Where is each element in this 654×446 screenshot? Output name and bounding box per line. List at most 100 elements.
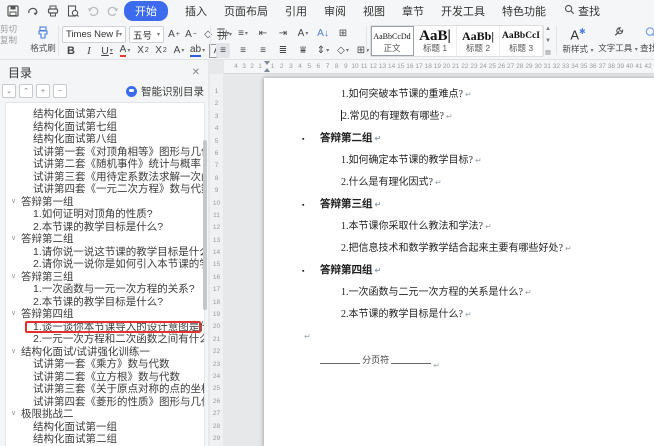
toc-item[interactable]: 1.一次函数与一元一次方程的关系? — [6, 283, 204, 296]
print-preview-icon[interactable] — [66, 5, 79, 18]
style-正文[interactable]: AaBbCcDd正文 — [371, 26, 414, 56]
expand-icon[interactable]: + — [36, 84, 50, 98]
collapse-icon[interactable]: − — [53, 84, 67, 98]
underline-icon[interactable]: U▾ — [100, 43, 114, 58]
chevron-down-icon[interactable]: ∨ — [11, 346, 16, 359]
gallery-down-icon[interactable]: ▼ — [545, 38, 551, 44]
borders-icon[interactable]: ⊞▾ — [356, 43, 370, 58]
gallery-up-icon[interactable]: ▲ — [545, 26, 551, 32]
font-family-select[interactable]: Times New Roma▾ — [62, 26, 126, 43]
font-color-icon[interactable]: A▾ — [118, 43, 132, 58]
toc-item[interactable]: ∨答辩第四组 — [6, 308, 204, 321]
toc-item[interactable]: 2.一元一次方程和二次函数之间有什么联系。 — [6, 333, 204, 346]
line-spacing-icon[interactable]: ⇕▾ — [316, 43, 330, 58]
bullet-list-icon[interactable]: ☰▾ — [216, 26, 230, 41]
print-icon[interactable] — [46, 5, 59, 18]
horizontal-ruler[interactable]: 4321123456789101112131415161718192021222… — [224, 60, 654, 74]
gallery-more-icon[interactable]: ▤ — [545, 49, 551, 56]
chevron-down-icon[interactable]: ∨ — [11, 271, 16, 284]
show-marks-icon[interactable]: ⊞ — [336, 26, 350, 41]
decrease-font-icon[interactable]: A− — [184, 27, 198, 42]
doc-heading[interactable]: ▪答辩第四组↵ — [302, 260, 654, 282]
tab-开发工具[interactable]: 开发工具 — [441, 3, 485, 19]
shading-icon[interactable]: ◇▾ — [336, 43, 350, 58]
number-list-icon[interactable]: ≡▾ — [236, 26, 250, 41]
chevron-down-icon[interactable]: ∨ — [11, 308, 16, 321]
tab-特色功能[interactable]: 特色功能 — [502, 3, 546, 19]
save-icon[interactable] — [6, 5, 19, 18]
subscript-icon[interactable]: X2 — [154, 43, 168, 58]
tab-页面布局[interactable]: 页面布局 — [224, 3, 268, 19]
toc-item[interactable]: 试讲第一套《对顶角相等》图形与几何 — [6, 146, 204, 159]
toc-item[interactable]: ∨结构化面试/试讲强化训练一 — [6, 346, 204, 359]
left-indent-marker[interactable] — [264, 68, 270, 72]
increase-indent-icon[interactable]: ⇥ — [276, 26, 290, 41]
justify-icon[interactable]: ≣ — [276, 43, 290, 58]
distribute-icon[interactable]: ⩸ — [296, 43, 310, 58]
tab-引用[interactable]: 引用 — [285, 3, 307, 19]
toc-item[interactable]: 试讲第三套《用待定系数法求解一次函数的解析式》… — [6, 171, 204, 184]
style-标题 1[interactable]: AaB|标题 1 — [414, 26, 457, 56]
style-标题 2[interactable]: AaBb|标题 2 — [457, 26, 500, 56]
toc-item-highlighted[interactable]: 1.谈一谈你本节课导入的设计意图是什么? — [6, 321, 204, 334]
doc-line[interactable]: 1.本节课你采取什么教法和学法?↵ — [302, 216, 654, 238]
toc-item[interactable]: 2.请你说一说你是如何引入本节课的学习的。这样… — [6, 258, 204, 271]
doc-line[interactable]: 2.什么是有理化因式?↵ — [302, 172, 654, 194]
toc-item[interactable]: 试讲第一套《乘方》数与代数 — [6, 358, 204, 371]
tab-审阅[interactable]: 审阅 — [324, 3, 346, 19]
toc-item[interactable]: ∨答辩第一组 — [6, 196, 204, 209]
doc-line[interactable]: 2.本节课的教学目标是什么?↵ — [302, 304, 654, 326]
doc-line[interactable]: 1.一次函数与二元一次方程的关系是什么?↵ — [302, 282, 654, 304]
superscript-icon[interactable]: X2 — [136, 43, 150, 58]
tab-章节[interactable]: 章节 — [402, 3, 424, 19]
smart-toc-button[interactable]: 智能识别目录 — [126, 84, 204, 99]
toc-item[interactable]: 试讲第二套《立方根》数与代数 — [6, 371, 204, 384]
increase-font-icon[interactable]: A+ — [167, 27, 181, 42]
toc-item[interactable]: 结构化面试第一组 — [6, 421, 204, 434]
doc-heading[interactable]: ▪答辩第三组↵ — [302, 194, 654, 216]
toc-item[interactable]: 2.本节课的教学目标是什么? — [6, 221, 204, 234]
sort-icon[interactable]: A↓ — [316, 26, 330, 41]
chevron-down-icon[interactable]: ∨ — [11, 408, 16, 421]
cut-button[interactable]: 剪切 — [0, 25, 17, 34]
align-right-icon[interactable]: ≡ — [256, 43, 270, 58]
font-size-select[interactable]: 五号▾ — [129, 26, 164, 43]
italic-icon[interactable]: I — [82, 43, 96, 58]
doc-line[interactable]: 1.如何确定本节课的教学目标?↵ — [302, 150, 654, 172]
decrease-indent-icon[interactable]: ⇤ — [256, 26, 270, 41]
collapse-all-icon[interactable]: ⌄ — [2, 84, 16, 98]
align-center-icon[interactable]: ≡ — [236, 43, 250, 58]
toc-item[interactable]: 结构化面试第七组 — [6, 121, 204, 134]
style-标题 3[interactable]: AaBbCcI标题 3 — [500, 26, 543, 56]
tab-插入[interactable]: 插入 — [185, 3, 207, 19]
clear-format-icon[interactable]: ◇ — [201, 27, 215, 42]
chevron-down-icon[interactable]: ∨ — [11, 196, 16, 209]
align-left-icon[interactable]: ≡ — [216, 43, 230, 58]
toc-item[interactable]: 试讲第三套《关于原点对称的点的坐标》图形与几何 — [6, 383, 204, 396]
sidebar-scrollbar[interactable] — [203, 140, 207, 310]
chevron-down-icon[interactable]: ∨ — [11, 233, 16, 246]
toc-item[interactable]: ∨极限挑战二 — [6, 408, 204, 421]
doc-line[interactable]: 2.把信息技术和数学教学结合起来主要有哪些好处?↵ — [302, 238, 654, 260]
redo-icon[interactable] — [106, 5, 119, 18]
tab-开始[interactable]: 开始 — [124, 1, 168, 21]
expand-all-icon[interactable]: ⌃ — [19, 84, 33, 98]
toc-item[interactable]: 试讲第四套《菱形的性质》图形与几何 — [6, 396, 204, 409]
page-break[interactable]: 分页符↵ — [320, 348, 440, 370]
toc-item[interactable]: 结构化面试第八组 — [6, 133, 204, 146]
toc-item[interactable]: 结构化面试第二组 — [6, 433, 204, 446]
char-scale-icon[interactable]: A▾ — [296, 26, 310, 41]
document-page[interactable]: 1.如何突破本节课的重难点?↵2.常见的有理数有哪些?↵▪答辩第二组↵1.如何确… — [264, 78, 654, 446]
copy-button[interactable]: 复制 — [0, 36, 17, 45]
bold-icon[interactable]: B — [64, 43, 78, 58]
new-style-button[interactable]: A✱ 新样式 ▾ — [558, 24, 598, 56]
toc-item[interactable]: 1.请你说一说这节课的教学目标是什么? — [6, 246, 204, 259]
toc-item[interactable]: ∨答辩第三组 — [6, 271, 204, 284]
doc-line[interactable]: 2.常见的有理数有哪些?↵ — [302, 106, 654, 128]
doc-line[interactable]: 1.如何突破本节课的重难点?↵ — [302, 84, 654, 106]
char-shading-icon[interactable]: A▾ — [172, 43, 186, 58]
menu-search[interactable]: 查找 — [564, 3, 600, 19]
undo-icon[interactable] — [86, 5, 99, 18]
document-text[interactable]: 1.如何突破本节课的重难点?↵2.常见的有理数有哪些?↵▪答辩第二组↵1.如何确… — [302, 84, 654, 370]
toc-item[interactable]: 试讲第四套《一元二次方程》数与代数 — [6, 183, 204, 196]
